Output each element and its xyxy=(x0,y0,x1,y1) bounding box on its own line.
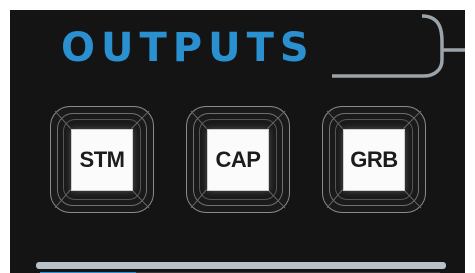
stm-button-frame: STM xyxy=(50,106,154,213)
level-bar-track xyxy=(36,262,446,269)
outputs-panel: OUTPUTS STM CAP GRB xyxy=(10,10,465,273)
grb-button-frame: GRB xyxy=(322,106,426,213)
cap-button-frame: CAP xyxy=(186,106,290,213)
cap-button[interactable]: CAP xyxy=(207,129,269,191)
grb-button[interactable]: GRB xyxy=(343,129,405,191)
stm-button[interactable]: STM xyxy=(71,129,133,191)
bracket-decoration xyxy=(332,14,465,78)
